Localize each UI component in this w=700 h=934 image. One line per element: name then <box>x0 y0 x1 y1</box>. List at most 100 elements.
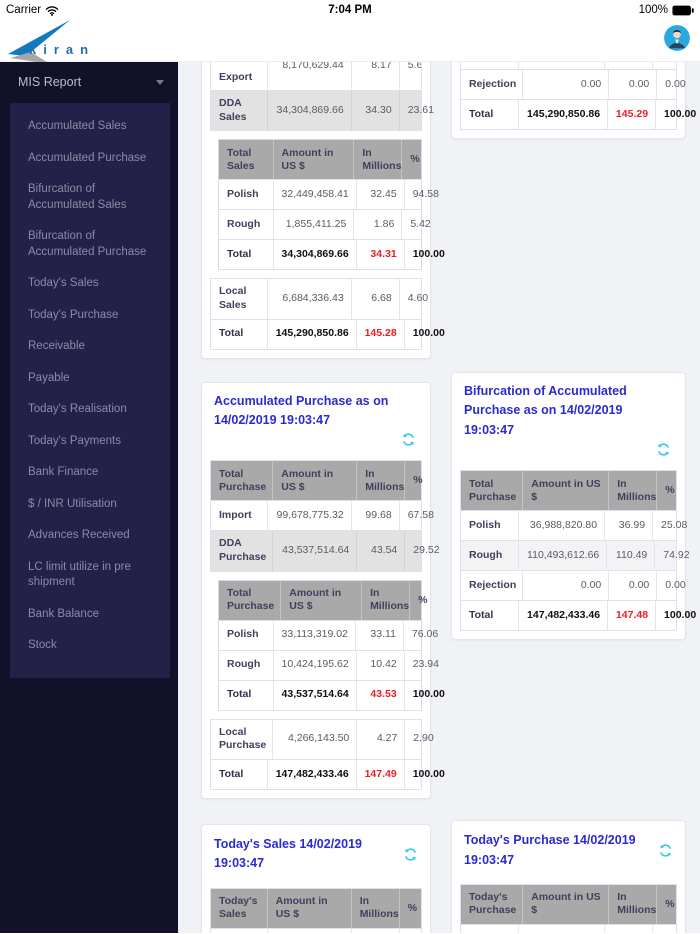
table-header-row: Today's Sales Amount in US $ In Millions% <box>211 888 421 929</box>
cell-value: 33.11 <box>356 620 404 650</box>
column-header: In Millions <box>354 140 403 180</box>
cell-value: 34,304,869.66 <box>274 240 357 270</box>
logo-text: kiran <box>29 42 95 57</box>
cell-value <box>653 62 676 69</box>
cell-value: 67.58 <box>407 508 434 521</box>
cell-value: 0.00 <box>609 571 658 601</box>
cell-value: 0.00 <box>523 571 610 601</box>
card-title-text: Today's Sales 14/02/2019 19:03:47 <box>214 836 362 871</box>
cell-value: 74.92 <box>663 548 690 561</box>
column-header: Amount in US $ <box>273 461 358 501</box>
row-label: Import <box>461 924 520 933</box>
refresh-icon[interactable] <box>403 847 418 862</box>
user-avatar[interactable] <box>664 25 690 51</box>
sidebar-item[interactable]: Today's Sales <box>10 268 170 300</box>
accumulated-sales-totals: Local Sales 6,684,336.43 6.68 4.60 Total 145,… <box>210 278 445 350</box>
sidebar-item[interactable]: Bank Balance <box>10 599 170 631</box>
row-label: Rejection <box>461 70 524 99</box>
cell-value: 110.49 <box>607 541 656 571</box>
cell-value: 25.08 <box>661 518 688 531</box>
accumulated-purchase-nested-table: Total Purchase Amount in US $ In Millions%… <box>218 579 445 711</box>
cell-value: 2.90 <box>413 732 434 745</box>
sidebar-item[interactable]: $ / INR Utilisation <box>10 489 170 521</box>
table-row: Import 99,678,775.32 99.68 67.58 <box>211 501 434 532</box>
cell-value: 34.30 <box>352 91 400 131</box>
sidebar-item[interactable]: Payable <box>10 363 170 395</box>
accumulated-purchase-table: Total Purchase Amount in US $ In Millions%… <box>210 460 440 572</box>
column-header: Total Sales <box>219 140 274 180</box>
sidebar-item[interactable]: Advances Received <box>10 520 170 552</box>
cell-value: 100.00 <box>664 608 697 621</box>
kiran-logo: kiran <box>8 20 132 67</box>
table-row: DDA Sales 34,304,869.66 34.30 23.61 <box>211 91 434 132</box>
card-accumulated-sales: Export8,170,629.448.175.62DDA Sales34,30… <box>201 62 445 359</box>
cell-value: 99.68 <box>352 501 400 531</box>
sidebar-item[interactable]: Bifurcation of Accumulated Sales <box>10 174 170 221</box>
sidebar-item[interactable]: Accumulated Purchase <box>10 143 170 175</box>
sidebar-item[interactable]: Stock <box>10 630 170 662</box>
refresh-icon[interactable] <box>658 843 673 858</box>
table-row: Local Purchase 4,266,143.50 4.27 2.90 <box>211 719 434 760</box>
column-header: In Millions <box>362 580 411 620</box>
app-header: kiran <box>0 20 700 64</box>
accumulated-sales-nested-table: Total Sales Amount in US $ In Millions% Po… <box>218 139 445 271</box>
sidebar-item[interactable]: Accumulated Sales <box>10 111 170 143</box>
refresh-icon[interactable] <box>464 440 673 460</box>
refresh-icon[interactable] <box>214 430 418 450</box>
row-label: DDA Purchase <box>211 531 274 571</box>
table-row: Local Sales 6,684,336.43 6.68 4.60 <box>211 279 428 320</box>
table-row: Total 145,290,850.86 145.29 100.00 <box>461 100 696 130</box>
cell-value: 145.28 <box>357 319 405 349</box>
sidebar-item[interactable]: Today's Payments <box>10 426 170 458</box>
column-header: Total Purchase <box>219 580 282 620</box>
cell-value: 1,855,411.25 <box>274 210 355 240</box>
table-row <box>461 62 676 70</box>
cell-value: 8,170,629.44 <box>268 62 352 90</box>
row-label: DDA Sales <box>211 91 268 131</box>
cell-value: 10,424,195.62 <box>274 650 357 680</box>
cell-value: 100.00 <box>412 247 445 260</box>
cell-value: 0.00 <box>519 924 606 933</box>
sidebar-item[interactable]: Bifurcation of Accumulated Purchase <box>10 221 170 268</box>
column-header: Amount in US $ <box>268 888 352 928</box>
sidebar-item[interactable]: Today's Realisation <box>10 394 170 426</box>
column-header: Amount in US $ <box>523 884 610 924</box>
row-label: Polish <box>219 620 274 650</box>
cell-value: 0.00 <box>653 925 688 934</box>
cell-value: 23.61 <box>407 103 434 116</box>
sidebar-item[interactable]: LC limit utilize in pre shipment <box>10 552 170 599</box>
column-header: % <box>665 484 675 497</box>
cell-value: 0.00 <box>352 928 400 933</box>
sidebar-item[interactable]: Today's Purchase <box>10 300 170 332</box>
row-label: Polish <box>461 511 520 541</box>
cell-value: 43.54 <box>357 531 406 571</box>
card-title: Today's Sales 14/02/2019 19:03:47 <box>202 825 430 882</box>
sidebar-item-mis-report[interactable]: MIS Report <box>0 62 178 99</box>
cell-value: 5.62 <box>407 62 421 71</box>
row-label: Total <box>211 759 268 789</box>
card-title: Accumulated Purchase as on 14/02/2019 19… <box>202 383 430 455</box>
cell-value: 5.42 <box>410 217 431 230</box>
cell-value: 23.94 <box>412 658 439 671</box>
table-header-row: Total Purchase Amount in US $ In Millions% <box>461 471 676 512</box>
column-header: Today's Purchase <box>461 884 524 924</box>
row-label: Total <box>461 601 520 631</box>
row-label: Total <box>211 319 268 349</box>
sidebar-item[interactable]: Receivable <box>10 331 170 363</box>
table-header-row: Total Purchase Amount in US $ In Millions% <box>219 580 427 621</box>
cell-value: 147,482,433.46 <box>519 601 609 631</box>
cell-value: 76.06 <box>411 628 439 641</box>
table-row: Total 147,482,433.46 147.48 100.00 <box>461 601 696 632</box>
cell-value: 0.00 <box>400 929 435 933</box>
cell-value: 8.17 <box>352 62 400 90</box>
cell-value: 4,266,143.50 <box>273 719 358 759</box>
cell-value: 0.00 <box>523 70 610 99</box>
column-header: % <box>413 474 423 487</box>
table-row: Total 147,482,433.46 147.49 100.00 <box>211 759 445 790</box>
main-content: Export8,170,629.448.175.62DDA Sales34,30… <box>178 62 700 933</box>
sidebar-item[interactable]: Bank Finance <box>10 457 170 489</box>
cell-value <box>605 62 654 69</box>
column-header: % <box>665 897 675 910</box>
column-header: Amount in US $ <box>274 140 355 180</box>
row-label: Rough <box>219 650 274 680</box>
